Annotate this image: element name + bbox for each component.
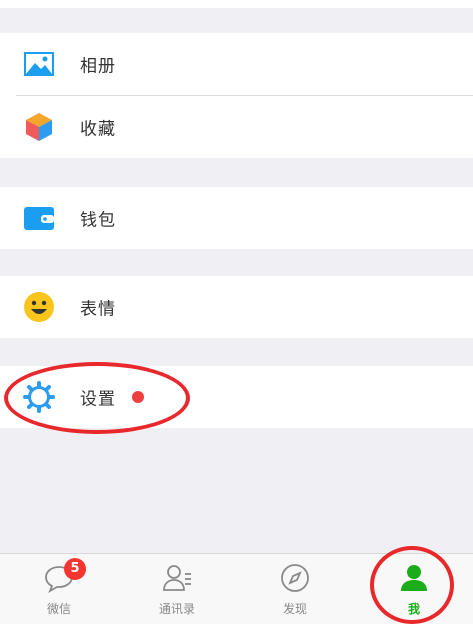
compass-icon — [279, 562, 311, 594]
tab-me[interactable]: 我 — [355, 554, 473, 624]
tab-wechat[interactable]: 5 微信 — [0, 554, 118, 624]
bottom-tab-bar: 5 微信 通讯录 发现 我 — [0, 553, 473, 624]
menu-group-settings: 设置 — [0, 366, 473, 428]
smiley-face-icon — [23, 291, 55, 323]
menu-item-settings-label: 设置 — [80, 389, 116, 410]
favorites-cube-icon — [23, 111, 55, 143]
wallet-icon — [23, 202, 55, 234]
menu-item-settings[interactable]: 设置 — [0, 366, 473, 428]
new-indicator-dot — [132, 391, 144, 403]
menu-group-stickers: 表情 — [0, 276, 473, 338]
tab-contacts[interactable]: 通讯录 — [118, 554, 236, 624]
gear-icon — [23, 381, 55, 413]
menu-item-wallet[interactable]: 钱包 — [0, 187, 473, 249]
tab-discover-label: 发现 — [282, 602, 307, 616]
album-icon — [23, 48, 55, 80]
menu-item-album-label: 相册 — [80, 56, 116, 77]
top-strip — [0, 0, 473, 8]
menu-item-favorites-label: 收藏 — [80, 119, 116, 140]
unread-badge: 5 — [64, 558, 86, 580]
menu-group-media: 相册 收藏 — [0, 33, 473, 158]
person-icon — [398, 562, 430, 594]
menu-item-stickers[interactable]: 表情 — [0, 276, 473, 338]
menu-group-wallet: 钱包 — [0, 187, 473, 249]
contacts-icon — [161, 562, 193, 594]
menu-item-stickers-label: 表情 — [80, 299, 116, 320]
tab-contacts-label: 通讯录 — [158, 602, 195, 616]
menu-item-wallet-label: 钱包 — [80, 210, 116, 231]
tab-wechat-label: 微信 — [46, 602, 71, 616]
tab-me-label: 我 — [407, 602, 420, 616]
tab-discover[interactable]: 发现 — [236, 554, 354, 624]
menu-item-album[interactable]: 相册 — [0, 33, 473, 95]
menu-item-favorites[interactable]: 收藏 — [0, 96, 473, 158]
